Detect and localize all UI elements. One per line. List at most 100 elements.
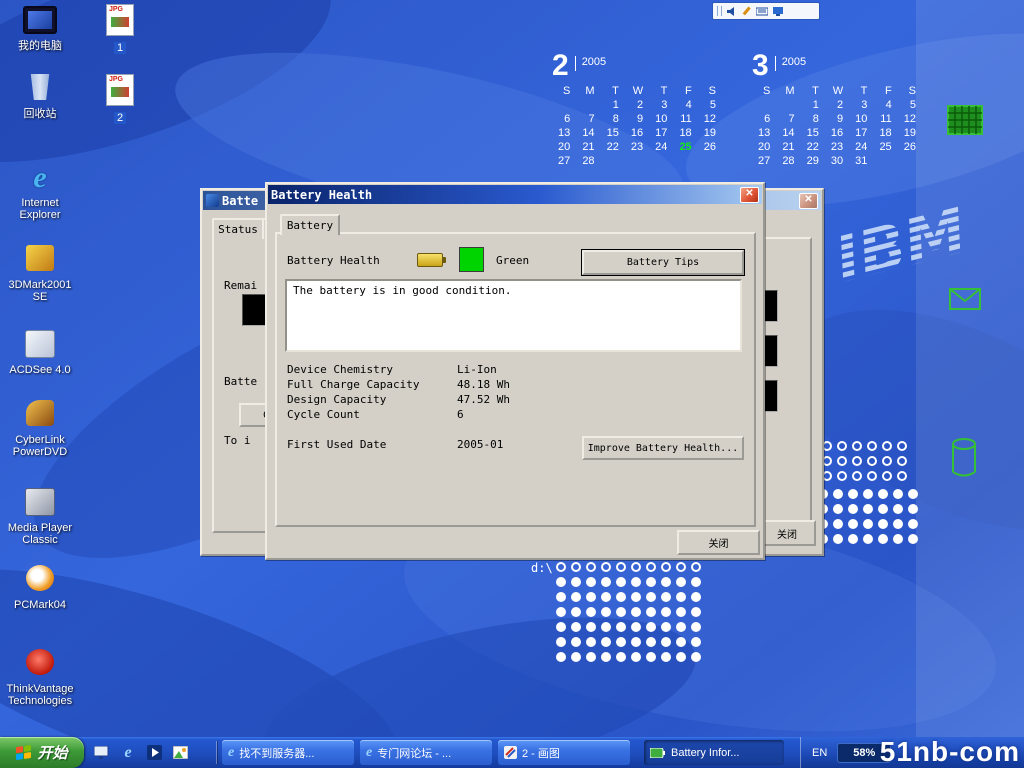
calendar-march: 3 2005 SMTWTFS12345678910111213141516171… bbox=[752, 52, 922, 168]
monitor-icon[interactable] bbox=[772, 6, 784, 17]
desktop-file-2[interactable]: JPG 2 bbox=[92, 74, 148, 126]
desktop-icon-my-computer[interactable]: 我的电脑 bbox=[4, 4, 76, 52]
task-button-paint[interactable]: 2 - 画图 bbox=[498, 740, 630, 765]
condition-textbox[interactable]: The battery is in good condition. bbox=[285, 279, 742, 352]
battery-percent: 58% bbox=[853, 747, 875, 759]
tab-status[interactable]: Status bbox=[212, 218, 264, 239]
calendar-day: 12 bbox=[898, 112, 922, 126]
improve-battery-health-button[interactable]: Improve Battery Health... bbox=[582, 436, 744, 460]
desktop-icon-thinkvantage[interactable]: ThinkVantage Technologies bbox=[4, 647, 76, 707]
keyboard-icon[interactable] bbox=[756, 6, 768, 17]
dot bbox=[676, 562, 686, 572]
task-button-forum[interactable]: e 专门网论坛 - ... bbox=[360, 740, 492, 765]
dot bbox=[848, 504, 858, 514]
calendar-month-number: 3 bbox=[752, 52, 769, 80]
calendar-day-header: M bbox=[576, 84, 600, 98]
dot bbox=[837, 471, 847, 481]
dot bbox=[586, 622, 596, 632]
taskbar-divider bbox=[216, 741, 217, 764]
calendar-day: 20 bbox=[552, 140, 576, 154]
calendar-day: 22 bbox=[601, 140, 625, 154]
calendar-day bbox=[625, 154, 649, 168]
ie-icon[interactable]: e bbox=[118, 743, 138, 763]
dot bbox=[908, 489, 918, 499]
desktop-icon-pcmark04[interactable]: PCMark04 bbox=[4, 563, 76, 611]
close-button[interactable]: 关闭 bbox=[758, 520, 816, 546]
full-charge-capacity-value: 48.18 Wh bbox=[457, 378, 510, 391]
calendar-day-header: S bbox=[898, 84, 922, 98]
battery-tips-button[interactable]: Battery Tips bbox=[582, 250, 744, 275]
calendar-day: 29 bbox=[801, 154, 825, 168]
close-button[interactable]: 关闭 bbox=[677, 530, 760, 555]
dot bbox=[616, 592, 626, 602]
calendar-day: 28 bbox=[776, 154, 800, 168]
dot bbox=[631, 622, 641, 632]
calendar-day: 13 bbox=[752, 126, 776, 140]
calendar-day: 23 bbox=[825, 140, 849, 154]
dot bbox=[661, 652, 671, 662]
language-bar-grip[interactable] bbox=[717, 6, 722, 16]
image-viewer-icon[interactable] bbox=[170, 743, 190, 763]
show-desktop-icon[interactable] bbox=[92, 743, 112, 763]
calendar-day bbox=[776, 98, 800, 112]
dot bbox=[601, 607, 611, 617]
desktop-icon-acdsee[interactable]: ACDSee 4.0 bbox=[4, 328, 76, 376]
dot bbox=[661, 562, 671, 572]
calendar-day: 17 bbox=[849, 126, 873, 140]
calendar-year: 2005 bbox=[782, 56, 806, 68]
jpg-file-icon: JPG bbox=[106, 4, 134, 36]
dot bbox=[867, 456, 877, 466]
dot bbox=[882, 441, 892, 451]
icon-label: ThinkVantage Technologies bbox=[4, 683, 76, 707]
task-button-battery-information[interactable]: Battery Infor... bbox=[644, 740, 784, 765]
calendar-day: 30 bbox=[825, 154, 849, 168]
language-bar[interactable] bbox=[712, 2, 820, 20]
ie-icon: e bbox=[228, 746, 234, 760]
calendar-day: 12 bbox=[698, 112, 722, 126]
info-text-fragment: To i bbox=[224, 434, 251, 447]
close-icon[interactable]: ✕ bbox=[799, 193, 818, 209]
language-indicator[interactable]: EN bbox=[812, 747, 827, 759]
dot bbox=[661, 637, 671, 647]
desktop-icon-3dmark2001[interactable]: 3DMark2001 SE bbox=[4, 243, 76, 303]
battery-health-titlebar[interactable]: Battery Health ✕ bbox=[268, 185, 762, 204]
battery-icon bbox=[650, 748, 666, 758]
powerdvd-icon bbox=[22, 400, 58, 432]
desktop-file-1[interactable]: JPG 1 bbox=[92, 4, 148, 56]
desktop-icon-media-player-classic[interactable]: Media Player Classic bbox=[4, 486, 76, 546]
dialog-title: Battery Health bbox=[271, 188, 372, 202]
desktop-icon-internet-explorer[interactable]: e Internet Explorer bbox=[4, 163, 76, 221]
pen-icon[interactable] bbox=[741, 6, 752, 17]
dot bbox=[556, 637, 566, 647]
dot bbox=[833, 489, 843, 499]
dot bbox=[556, 652, 566, 662]
task-button-server-not-found[interactable]: e 找不到服务器... bbox=[222, 740, 354, 765]
dot bbox=[833, 519, 843, 529]
calendar-day bbox=[673, 154, 697, 168]
calendar-day-header: T bbox=[649, 84, 673, 98]
start-button[interactable]: 开始 bbox=[0, 737, 84, 768]
icon-label: 我的电脑 bbox=[4, 40, 76, 52]
dot bbox=[893, 504, 903, 514]
dot bbox=[631, 577, 641, 587]
dot bbox=[852, 471, 862, 481]
calendar-day bbox=[576, 98, 600, 112]
close-icon[interactable]: ✕ bbox=[740, 187, 759, 203]
calendar-day: 9 bbox=[625, 112, 649, 126]
calendar-day: 11 bbox=[873, 112, 897, 126]
start-label: 开始 bbox=[37, 742, 67, 763]
tab-battery[interactable]: Battery bbox=[280, 214, 340, 235]
calendar-day: 20 bbox=[752, 140, 776, 154]
icon-label: Internet Explorer bbox=[4, 197, 76, 221]
task-label: Battery Infor... bbox=[671, 747, 739, 759]
desktop-icon-powerdvd[interactable]: CyberLink PowerDVD bbox=[4, 398, 76, 458]
calendar-grid: SMTWTFS123456789101112131415161718192021… bbox=[752, 84, 922, 168]
first-used-date-label: First Used Date bbox=[287, 438, 386, 451]
volume-icon[interactable] bbox=[726, 6, 737, 17]
media-player-icon[interactable] bbox=[144, 743, 164, 763]
dot bbox=[908, 519, 918, 529]
dot bbox=[691, 637, 701, 647]
calendar-day: 17 bbox=[649, 126, 673, 140]
desktop-icon-recycle-bin[interactable]: 回收站 bbox=[4, 72, 76, 120]
health-status-text: Green bbox=[496, 254, 529, 267]
